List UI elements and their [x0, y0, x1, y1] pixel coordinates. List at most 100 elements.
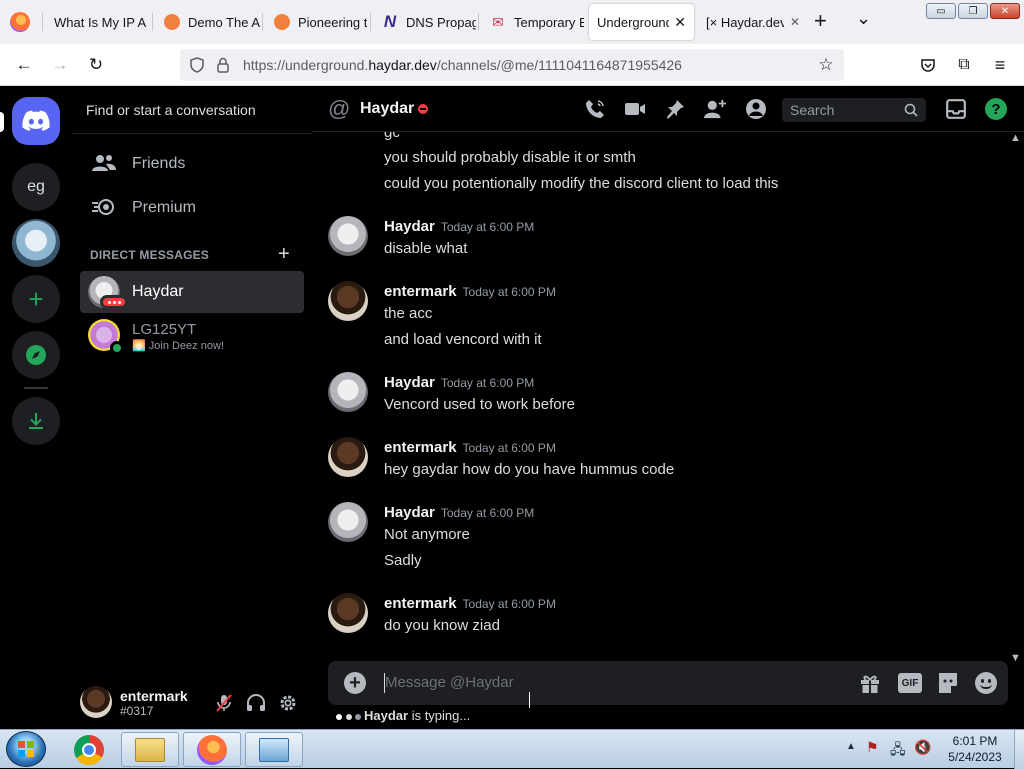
- find-conversation-button[interactable]: Find or start a conversation: [86, 102, 256, 118]
- tab-favicon-icon: [274, 14, 290, 30]
- user-avatar[interactable]: [80, 686, 112, 718]
- firefox-taskbar-button[interactable]: [183, 732, 241, 767]
- avatar[interactable]: [328, 437, 368, 477]
- add-friends-to-dm-icon[interactable]: [704, 98, 726, 120]
- author-name[interactable]: entermark: [384, 439, 457, 456]
- dm-item-lg125yt[interactable]: LG125YT 🌅 Join Deez now!: [80, 315, 304, 359]
- server-sidebar: eg +: [0, 86, 72, 729]
- timestamp: Today at 6:00 PM: [440, 506, 535, 520]
- scroll-down-arrow-icon[interactable]: ▼: [1010, 652, 1021, 664]
- scroll-up-arrow-icon[interactable]: ▲: [1010, 132, 1021, 144]
- explorer-taskbar-button[interactable]: [121, 732, 179, 767]
- settings-gear-icon[interactable]: [278, 693, 298, 713]
- extensions-icon[interactable]: ⧉: [952, 53, 976, 77]
- message-line: could you potentionally modify the disco…: [384, 175, 779, 192]
- gift-icon[interactable]: [860, 672, 880, 694]
- new-tab-button[interactable]: +: [814, 8, 827, 34]
- download-icon: [29, 413, 43, 429]
- shield-icon[interactable]: [189, 57, 205, 73]
- dm-custom-status: 🌅 Join Deez now!: [132, 340, 224, 352]
- avatar[interactable]: [328, 281, 368, 321]
- sticker-icon[interactable]: [938, 672, 958, 694]
- list-all-tabs-icon[interactable]: ⌄: [856, 8, 871, 29]
- author-name[interactable]: Haydar: [384, 504, 435, 521]
- network-icon[interactable]: 🖧: [890, 739, 906, 763]
- explore-servers-button[interactable]: [12, 331, 60, 379]
- typing-dots-icon: [336, 708, 364, 723]
- premium-nav-item[interactable]: Premium: [80, 187, 304, 229]
- chrome-taskbar-button[interactable]: [60, 732, 118, 767]
- pinned-messages-icon[interactable]: [664, 98, 686, 120]
- message-composer[interactable]: + Message @Haydar GIF: [328, 661, 1008, 705]
- folder-icon: [135, 737, 165, 762]
- avatar[interactable]: [328, 372, 368, 412]
- url-text[interactable]: https://underground.haydar.dev/channels/…: [243, 57, 682, 73]
- lock-icon[interactable]: [216, 57, 230, 73]
- tab-2[interactable]: Pioneering t: [264, 4, 368, 40]
- recipient-name[interactable]: Haydar: [360, 100, 414, 118]
- emoji-icon[interactable]: [975, 672, 997, 694]
- scrollbar[interactable]: ▲ ▼: [1008, 132, 1024, 666]
- message-header: Haydar Today at 6:00 PM: [384, 218, 534, 235]
- pocket-icon[interactable]: [916, 53, 940, 77]
- online-status-icon: [110, 341, 124, 355]
- direct-messages-header: DIRECT MESSAGES: [90, 248, 210, 262]
- back-arrow-icon[interactable]: ←: [12, 53, 36, 77]
- action-center-flag-icon[interactable]: ⚑: [866, 739, 879, 756]
- volume-muted-icon[interactable]: 🔇: [914, 739, 931, 756]
- mute-microphone-icon[interactable]: [216, 694, 232, 712]
- server-anime-avatar[interactable]: [12, 219, 60, 267]
- headphones-icon[interactable]: [246, 694, 266, 712]
- minimize-button[interactable]: ▭: [926, 3, 956, 19]
- attach-plus-button[interactable]: +: [344, 672, 366, 694]
- tab-4[interactable]: ✉ Temporary E: [480, 4, 584, 40]
- author-name[interactable]: entermark: [384, 283, 457, 300]
- show-hidden-icons-icon[interactable]: ▲: [846, 741, 856, 752]
- forward-arrow-icon[interactable]: →: [48, 53, 72, 77]
- mouse-text-cursor: [529, 692, 530, 708]
- close-window-button[interactable]: ✕: [990, 3, 1020, 19]
- message-header: entermark Today at 6:00 PM: [384, 439, 556, 456]
- tab-active[interactable]: Underground ✕: [589, 4, 694, 40]
- tab-3[interactable]: N DNS Propag: [372, 4, 476, 40]
- show-desktop-button[interactable]: [1014, 730, 1024, 769]
- tab-6[interactable]: [× Haydar.dev ✕: [696, 4, 800, 40]
- author-name[interactable]: entermark: [384, 595, 457, 612]
- search-box[interactable]: Search: [782, 98, 926, 122]
- tab-1[interactable]: Demo The A: [154, 4, 260, 40]
- add-server-button[interactable]: +: [12, 275, 60, 323]
- start-video-call-icon[interactable]: [624, 98, 646, 120]
- home-button[interactable]: [12, 97, 60, 145]
- firefox-menu-icon[interactable]: [10, 12, 30, 32]
- avatar[interactable]: [328, 593, 368, 633]
- tab-close-icon[interactable]: ✕: [790, 15, 800, 29]
- author-name[interactable]: Haydar: [384, 218, 435, 235]
- start-voice-call-icon[interactable]: [584, 98, 606, 120]
- author-name[interactable]: Haydar: [384, 374, 435, 391]
- bookmark-star-icon[interactable]: ☆: [814, 53, 838, 77]
- tab-0[interactable]: What Is My IP A: [44, 4, 148, 40]
- start-button[interactable]: [6, 731, 46, 767]
- chrome-icon: [74, 734, 104, 765]
- avatar[interactable]: [328, 502, 368, 542]
- reload-icon[interactable]: ↻: [84, 53, 108, 77]
- dm-item-haydar[interactable]: Haydar: [80, 271, 304, 313]
- clock[interactable]: 6:01 PM 5/24/2023: [940, 733, 1010, 765]
- tab-close-icon[interactable]: ✕: [674, 14, 686, 31]
- control-panel-taskbar-button[interactable]: [245, 732, 303, 767]
- server-eg[interactable]: eg: [12, 163, 60, 211]
- help-icon[interactable]: ?: [985, 98, 1007, 120]
- create-dm-button[interactable]: +: [278, 243, 290, 266]
- inbox-icon[interactable]: [945, 98, 967, 120]
- hamburger-menu-icon[interactable]: ≡: [988, 53, 1012, 77]
- download-apps-button[interactable]: [12, 397, 60, 445]
- avatar[interactable]: [328, 216, 368, 256]
- restore-button[interactable]: ❐: [958, 3, 988, 19]
- dm-name: Haydar: [132, 283, 184, 300]
- friends-nav-item[interactable]: Friends: [80, 143, 304, 185]
- gif-button[interactable]: GIF: [898, 673, 922, 693]
- message-input[interactable]: Message @Haydar: [385, 674, 514, 691]
- url-bar[interactable]: https://underground.haydar.dev/channels/…: [180, 49, 844, 81]
- user-profile-icon[interactable]: [745, 98, 767, 120]
- user-name[interactable]: entermark: [120, 688, 188, 704]
